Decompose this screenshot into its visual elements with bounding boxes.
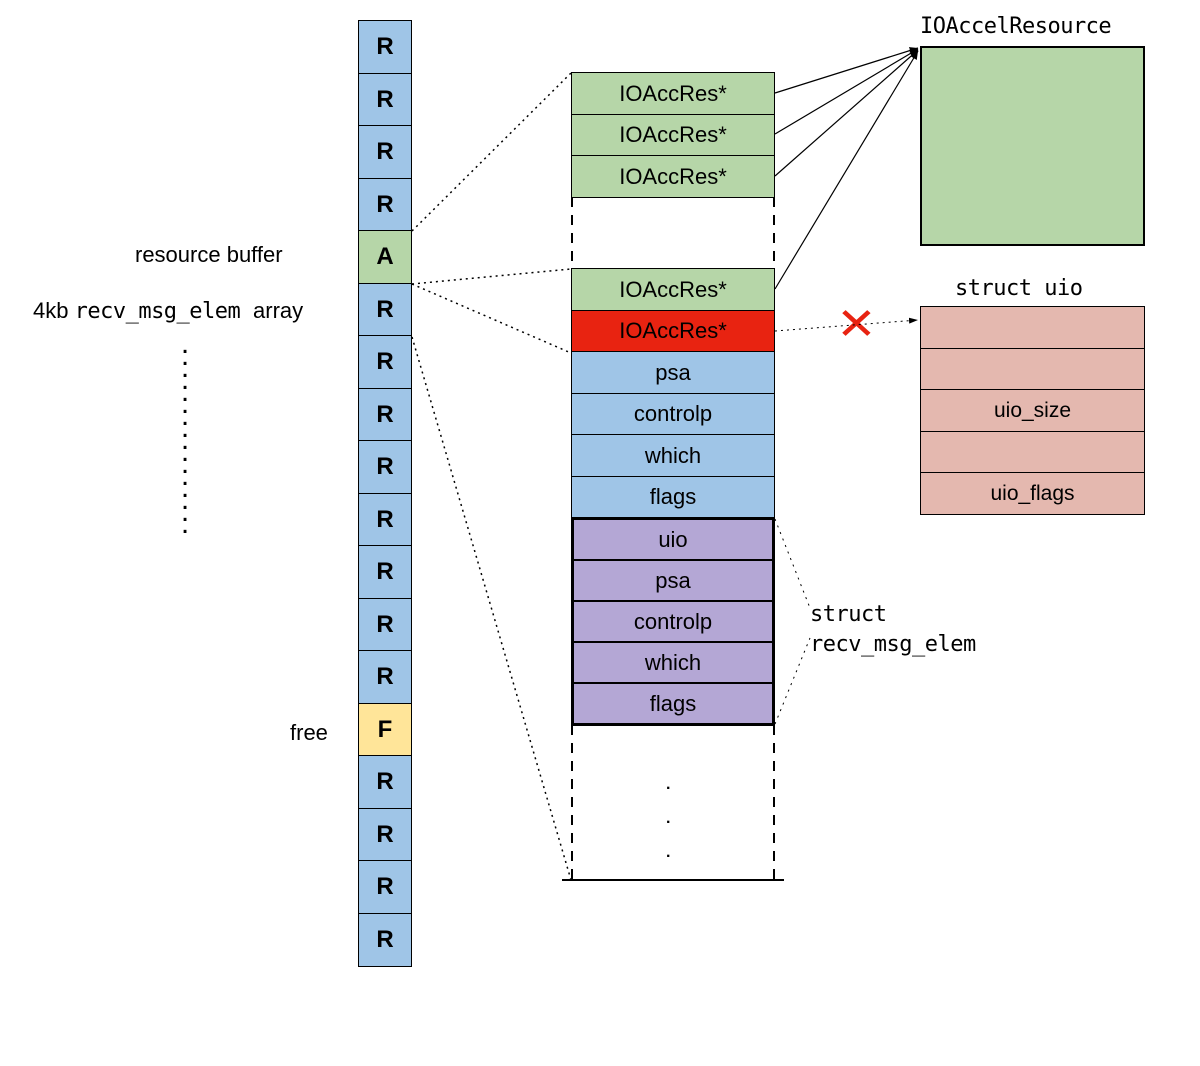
- uio-field-3: [920, 431, 1145, 474]
- recv-field-a-flags: flags: [571, 476, 775, 519]
- recv-field-b-flags: flags: [573, 683, 773, 724]
- mem-cell-2: R: [358, 125, 412, 179]
- mem-cell-13: F: [358, 703, 412, 757]
- recv-field-b-which: which: [573, 642, 773, 683]
- ioaccelresource-box: [920, 46, 1145, 246]
- resource-buffer-bottom: IOAccRes*IOAccRes*psacontrolpwhichflagsu…: [571, 268, 775, 726]
- recv-field-b-uio: uio: [573, 519, 773, 560]
- recv-field-b-psa: psa: [573, 560, 773, 601]
- resource-buffer-top: IOAccRes*IOAccRes*IOAccRes*: [571, 72, 775, 197]
- mem-cell-15: R: [358, 808, 412, 862]
- vdots-mid-icon: ...: [666, 768, 670, 870]
- mem-cell-7: R: [358, 388, 412, 442]
- mem-cell-8: R: [358, 440, 412, 494]
- ioaccres-ptr-1: IOAccRes*: [571, 114, 775, 157]
- mem-cell-14: R: [358, 755, 412, 809]
- mem-cell-12: R: [358, 650, 412, 704]
- mem-cell-10: R: [358, 545, 412, 599]
- recv-field-b-controlp: controlp: [573, 601, 773, 642]
- uio-field-4: uio_flags: [920, 472, 1145, 515]
- label-recv-array: 4kb recv_msg_elem array: [33, 298, 303, 324]
- ioaccres-bridge-1: IOAccRes*: [571, 310, 775, 353]
- label-free: free: [290, 720, 328, 746]
- label-struct-recv: structrecv_msg_elem: [810, 600, 976, 660]
- label-struct-uio: struct uio: [955, 276, 1082, 301]
- recv-field-a-controlp: controlp: [571, 393, 775, 436]
- uio-field-2: uio_size: [920, 389, 1145, 432]
- mem-cell-0: R: [358, 20, 412, 74]
- ioaccres-ptr-2: IOAccRes*: [571, 155, 775, 198]
- recv-field-a-which: which: [571, 434, 775, 477]
- mem-cell-3: R: [358, 178, 412, 232]
- ioaccres-bridge-0: IOAccRes*: [571, 268, 775, 311]
- recv-field-a-psa: psa: [571, 351, 775, 394]
- mem-cell-11: R: [358, 598, 412, 652]
- uio-field-0: [920, 306, 1145, 349]
- ioaccres-ptr-0: IOAccRes*: [571, 72, 775, 115]
- mem-cell-1: R: [358, 73, 412, 127]
- struct-uio-stack: uio_size uio_flags: [920, 306, 1145, 514]
- mem-cell-9: R: [358, 493, 412, 547]
- label-resource-buffer: resource buffer: [135, 242, 283, 268]
- mem-cell-16: R: [358, 860, 412, 914]
- label-ioaccelresource: IOAccelResource: [920, 14, 1111, 39]
- mem-cell-17: R: [358, 913, 412, 967]
- mem-cell-4: A: [358, 230, 412, 284]
- invalid-pointer-icon: ✕: [836, 299, 877, 350]
- mem-cell-5: R: [358, 283, 412, 337]
- memory-column: RRRRARRRRRRRRFRRRR: [358, 20, 412, 965]
- vdots-left-icon: ................: [180, 338, 190, 530]
- uio-field-1: [920, 348, 1145, 391]
- mem-cell-6: R: [358, 335, 412, 389]
